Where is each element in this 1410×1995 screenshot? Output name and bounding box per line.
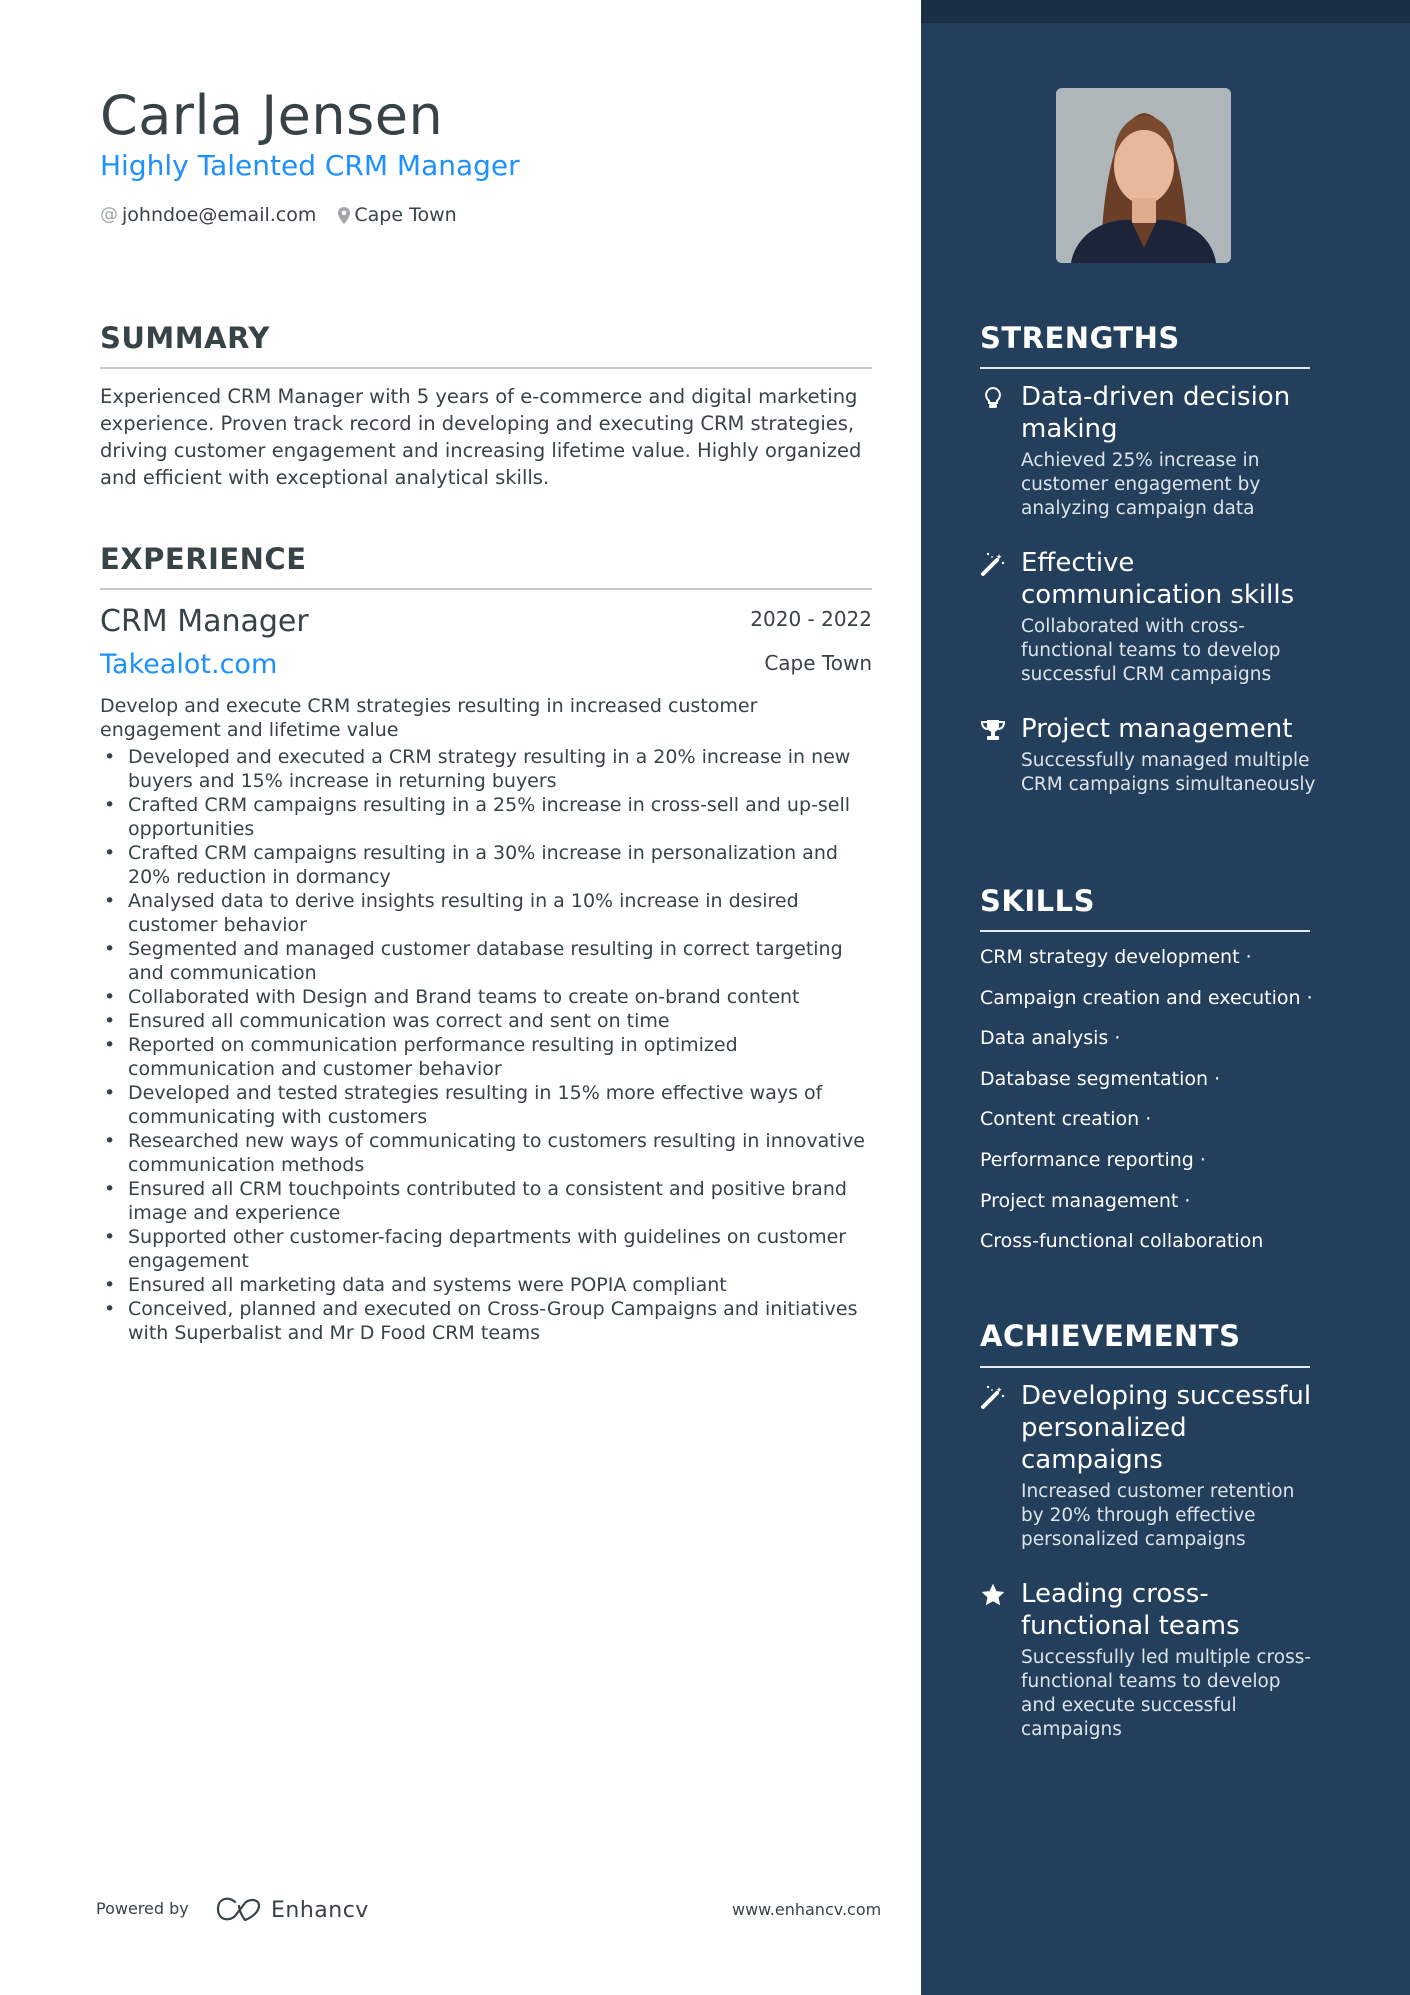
- summary-text: Experienced CRM Manager with 5 years of …: [100, 385, 862, 489]
- main-column: Carla Jensen Highly Talented CRM Manager…: [0, 0, 921, 1995]
- job-bullet: Conceived, planned and executed on Cross…: [100, 1297, 875, 1345]
- strengths-list: Data-driven decision making Achieved 25%…: [980, 381, 1320, 823]
- job-bullet: Supported other customer-facing departme…: [100, 1225, 875, 1273]
- job-bullet: Ensured all communication was correct an…: [100, 1009, 875, 1033]
- skills-divider: [980, 930, 1310, 932]
- skill-item: Database segmentation ·: [980, 1067, 1221, 1090]
- job-bullet: Collaborated with Design and Brand teams…: [100, 985, 875, 1009]
- powered-by-label: Powered by: [96, 1899, 189, 1918]
- star-icon: [980, 1582, 1006, 1608]
- skills-heading: SKILLS: [980, 884, 1095, 918]
- skill-item: Content creation ·: [980, 1108, 1152, 1131]
- strength-description: Successfully managed multiple CRM campai…: [1021, 750, 1316, 795]
- strength-item: Data-driven decision making Achieved 25%…: [980, 381, 1320, 521]
- achievements-divider: [980, 1366, 1310, 1368]
- achievement-description: Increased customer retention by 20% thro…: [1021, 1481, 1295, 1550]
- contact-info: @ johndoe@email.com Cape Town: [100, 202, 479, 228]
- sidebar: STRENGTHS Data-driven decision making Ac…: [921, 0, 1410, 1995]
- achievement-description: Successfully led multiple cross-function…: [1021, 1647, 1312, 1740]
- achievement-title: Developing successful personalized campa…: [1021, 1381, 1312, 1475]
- profile-photo: [1056, 88, 1231, 263]
- enhancv-logo[interactable]: Enhancv: [215, 1896, 369, 1926]
- job-bullet: Analysed data to derive insights resulti…: [100, 889, 875, 937]
- job-bullet: Crafted CRM campaigns resulting in a 25%…: [100, 793, 875, 841]
- job-description: Develop and execute CRM strategies resul…: [100, 695, 758, 741]
- skill-item: Data analysis ·: [980, 1027, 1121, 1050]
- summary-heading: SUMMARY: [100, 321, 270, 355]
- location-pin-icon: [338, 206, 351, 224]
- skill-item: Project management ·: [980, 1189, 1191, 1212]
- skill-item: Cross-functional collaboration: [980, 1230, 1264, 1253]
- enhancv-url[interactable]: www.enhancv.com: [732, 1900, 881, 1920]
- job-dates: 2020 - 2022: [750, 607, 872, 631]
- experience-heading: EXPERIENCE: [100, 542, 307, 576]
- summary-divider: [100, 367, 872, 369]
- job-bullet: Researched new ways of communicating to …: [100, 1129, 875, 1177]
- achievement-item: Developing successful personalized campa…: [980, 1380, 1320, 1552]
- job-bullet: Crafted CRM campaigns resulting in a 30%…: [100, 841, 875, 889]
- skill-item: CRM strategy development ·: [980, 946, 1252, 968]
- strength-item: Project management Successfully managed …: [980, 713, 1320, 797]
- strengths-heading: STRENGTHS: [980, 321, 1180, 355]
- strength-title: Effective communication skills: [1021, 548, 1295, 610]
- skill-item: Campaign creation and execution ·: [980, 986, 1313, 1009]
- skills-list: CRM strategy development · Campaign crea…: [980, 945, 1320, 1270]
- magic-wand-icon: [980, 1384, 1006, 1410]
- trophy-icon: [980, 717, 1006, 743]
- experience-divider: [100, 588, 872, 590]
- at-icon: @: [100, 204, 118, 225]
- profile-photo-illustration: [1056, 88, 1231, 263]
- job-bullet: Segmented and managed customer database …: [100, 937, 875, 985]
- candidate-name: Carla Jensen: [100, 84, 444, 147]
- enhancv-logo-icon: [215, 1896, 263, 1926]
- strength-title: Data-driven decision making: [1021, 382, 1291, 444]
- strength-description: Collaborated with cross-functional teams…: [1021, 616, 1281, 685]
- job-location: Cape Town: [764, 651, 872, 675]
- sidebar-top-bar: [921, 0, 1410, 23]
- job-bullet: Ensured all marketing data and systems w…: [100, 1273, 875, 1297]
- contact-email[interactable]: @ johndoe@email.com: [100, 202, 316, 228]
- job-bullet: Reported on communication performance re…: [100, 1033, 875, 1081]
- strength-item: Effective communication skills Collabora…: [980, 547, 1320, 687]
- job-bullet: Developed and executed a CRM strategy re…: [100, 745, 875, 793]
- strength-title: Project management: [1021, 714, 1293, 744]
- email-text: johndoe@email.com: [122, 204, 317, 226]
- skill-item: Performance reporting ·: [980, 1148, 1206, 1171]
- location-text: Cape Town: [354, 204, 457, 226]
- achievements-list: Developing successful personalized campa…: [980, 1380, 1320, 1768]
- job-bullets: Developed and executed a CRM strategy re…: [100, 745, 875, 1345]
- candidate-title: Highly Talented CRM Manager: [100, 149, 520, 182]
- lightbulb-icon: [980, 385, 1006, 411]
- strength-description: Achieved 25% increase in customer engage…: [1021, 450, 1261, 519]
- achievement-item: Leading cross-functional teams Successfu…: [980, 1578, 1320, 1742]
- achievement-title: Leading cross-functional teams: [1021, 1579, 1240, 1641]
- job-bullet: Ensured all CRM touchpoints contributed …: [100, 1177, 875, 1225]
- achievements-heading: ACHIEVEMENTS: [980, 1319, 1241, 1353]
- magic-wand-icon: [980, 551, 1006, 577]
- strengths-divider: [980, 367, 1310, 369]
- enhancv-brand-text: Enhancv: [271, 1898, 369, 1923]
- contact-location: Cape Town: [338, 202, 457, 228]
- job-bullet: Developed and tested strategies resultin…: [100, 1081, 875, 1129]
